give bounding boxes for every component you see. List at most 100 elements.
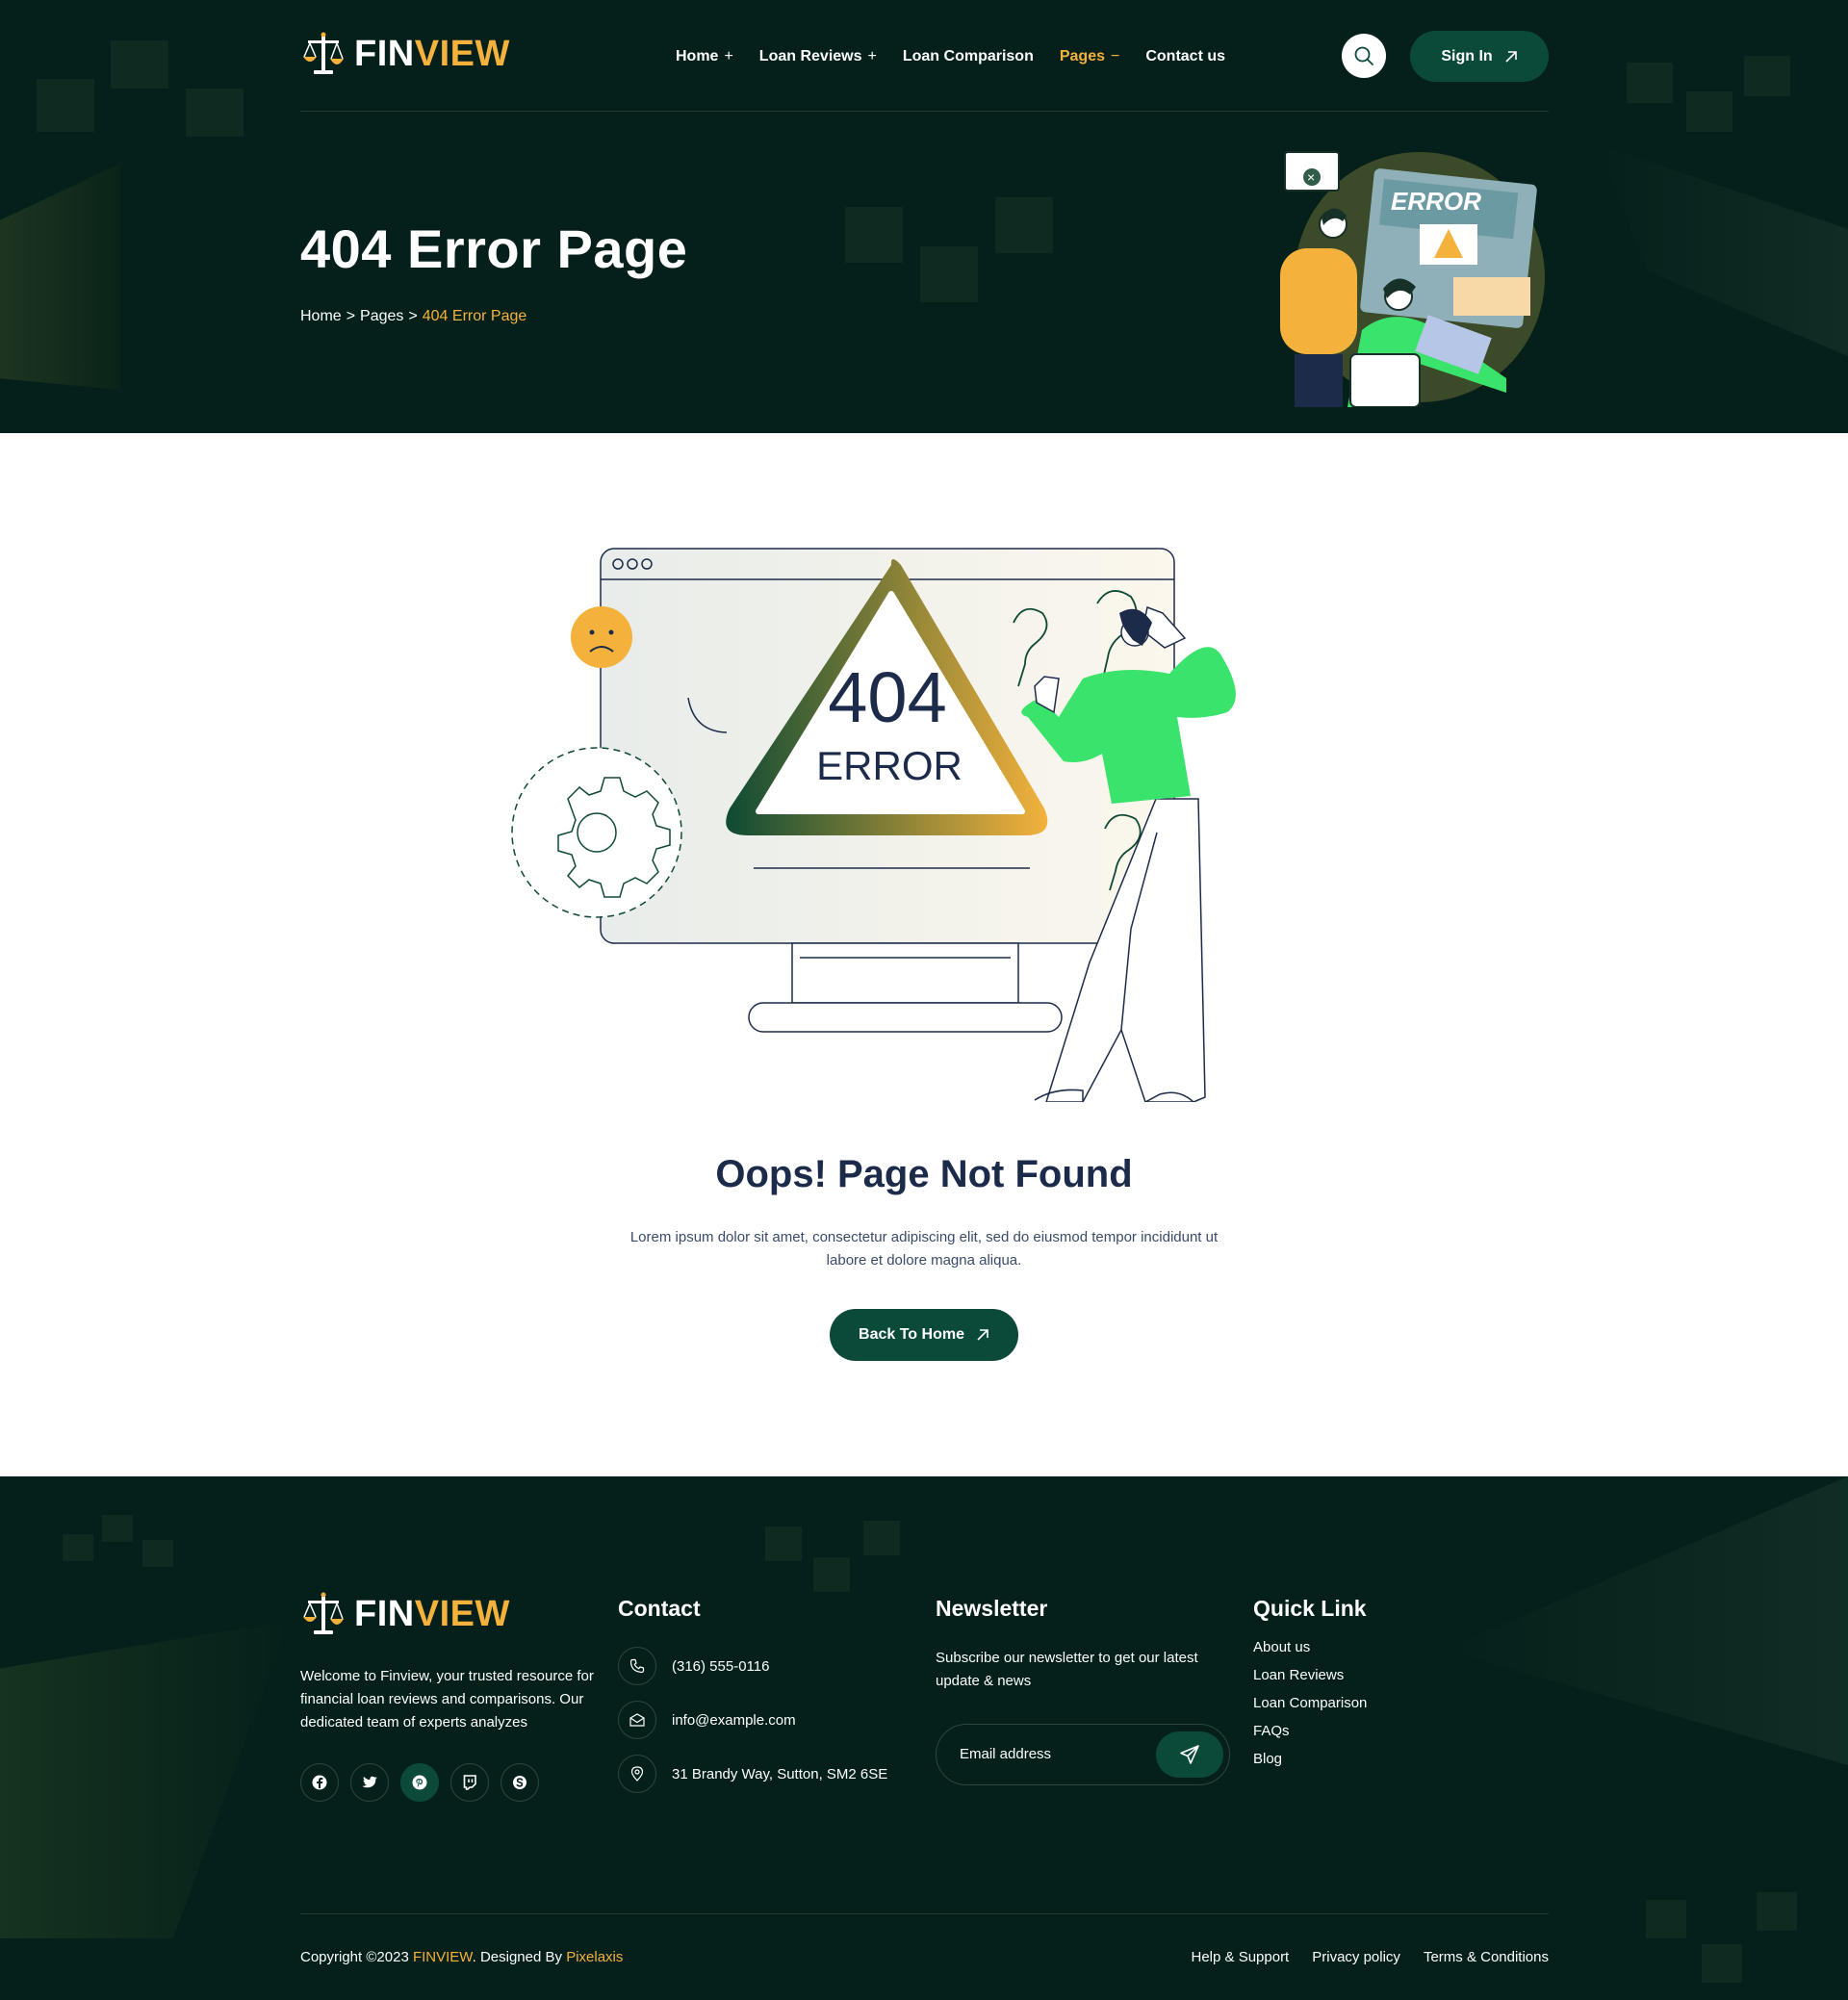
copyright-brand-link[interactable]: FINVIEW bbox=[413, 1949, 473, 1965]
nav-home[interactable]: Home + bbox=[676, 48, 733, 65]
illustration-404-text: 404 bbox=[828, 657, 946, 737]
newsletter-email-input[interactable]: Email address bbox=[960, 1746, 1051, 1762]
legal-links: Help & Support Privacy policy Terms & Co… bbox=[1192, 1949, 1550, 1965]
back-to-home-label: Back To Home bbox=[859, 1326, 964, 1343]
search-icon bbox=[1354, 46, 1373, 65]
404-error-illustration: 404 ERROR bbox=[511, 548, 1236, 1102]
quick-link-faqs[interactable]: FAQs bbox=[1253, 1723, 1542, 1739]
sign-in-button[interactable]: Sign In bbox=[1410, 31, 1549, 82]
facebook-link[interactable] bbox=[300, 1763, 339, 1802]
top-navigation: FINVIEW Home + Loan Reviews + Loan Compari… bbox=[300, 29, 1549, 112]
quick-link-loan-comparison[interactable]: Loan Comparison bbox=[1253, 1695, 1542, 1711]
twitter-link[interactable] bbox=[350, 1763, 389, 1802]
quick-links-heading: Quick Link bbox=[1253, 1596, 1367, 1621]
nav-pages[interactable]: Pages − bbox=[1060, 48, 1119, 65]
twitch-link[interactable] bbox=[450, 1763, 489, 1802]
back-to-home-button[interactable]: Back To Home bbox=[830, 1309, 1018, 1361]
breadcrumb-current: 404 Error Page bbox=[422, 308, 527, 324]
social-links bbox=[300, 1763, 599, 1802]
newsletter-text: Subscribe our newsletter to get our late… bbox=[936, 1650, 1198, 1689]
illustration-error-text: ERROR bbox=[816, 743, 962, 788]
footer-bottom-bar: Copyright ©2023 FINVIEW. Designed By Pix… bbox=[300, 1913, 1549, 1965]
plus-icon: + bbox=[867, 48, 877, 64]
svg-text:×: × bbox=[1307, 169, 1315, 185]
footer-contact: Contact (316) 555-0116 info@example.com … bbox=[618, 1592, 907, 1793]
footer-quick-links: Quick Link About us Loan Reviews Loan Co… bbox=[1253, 1592, 1542, 1767]
pinterest-icon bbox=[412, 1775, 427, 1790]
newsletter-form: Email address bbox=[936, 1724, 1230, 1785]
hero-illustration-error-text: ERROR bbox=[1391, 187, 1481, 216]
decor-square bbox=[995, 197, 1053, 253]
site-footer: FINVIEW Welcome to Finview, your trusted… bbox=[0, 1476, 1848, 2000]
contact-phone-text: (316) 555-0116 bbox=[672, 1657, 770, 1675]
quick-link-blog[interactable]: Blog bbox=[1253, 1751, 1542, 1767]
decor-square bbox=[1627, 63, 1673, 103]
contact-address[interactable]: 31 Brandy Way, Sutton, SM2 6SE bbox=[618, 1755, 907, 1793]
decor-square bbox=[863, 1521, 900, 1555]
gear-icon bbox=[511, 747, 682, 918]
phone-icon bbox=[629, 1658, 645, 1674]
terms-conditions-link[interactable]: Terms & Conditions bbox=[1424, 1949, 1549, 1965]
decor-square bbox=[765, 1526, 802, 1561]
breadcrumb: Home > Pages >404 Error Page bbox=[300, 308, 526, 325]
quick-link-loan-reviews[interactable]: Loan Reviews bbox=[1253, 1667, 1542, 1683]
decor-square bbox=[186, 89, 244, 137]
newsletter-heading: Newsletter bbox=[936, 1596, 1048, 1621]
facebook-icon bbox=[312, 1775, 327, 1790]
footer-newsletter: Newsletter Subscribe our newsletter to g… bbox=[936, 1592, 1234, 1785]
breadcrumb-home[interactable]: Home bbox=[300, 308, 342, 324]
not-found-heading: Oops! Page Not Found bbox=[715, 1153, 1133, 1195]
twitch-icon bbox=[463, 1775, 476, 1790]
decor-square bbox=[63, 1534, 93, 1561]
contact-heading: Contact bbox=[618, 1596, 701, 1621]
hero-section: FINVIEW Home + Loan Reviews + Loan Compari… bbox=[0, 0, 1848, 433]
decor-beam bbox=[0, 1621, 289, 1938]
minus-icon: − bbox=[1111, 48, 1120, 64]
breadcrumb-separator: > bbox=[346, 308, 356, 324]
main-menu: Home + Loan Reviews + Loan Comparison Page… bbox=[676, 48, 1251, 65]
decor-square bbox=[1686, 91, 1732, 132]
nav-contact-us[interactable]: Contact us bbox=[1145, 48, 1225, 65]
page-title: 404 Error Page bbox=[300, 218, 688, 279]
designer-link[interactable]: Pixelaxis bbox=[566, 1949, 623, 1965]
decor-square bbox=[1702, 1944, 1742, 1983]
twitter-icon bbox=[362, 1776, 377, 1788]
pinterest-link[interactable] bbox=[400, 1763, 439, 1802]
sad-face-icon bbox=[571, 606, 632, 668]
skype-link[interactable] bbox=[500, 1763, 539, 1802]
footer-logo[interactable]: FINVIEW bbox=[300, 1592, 599, 1636]
quick-link-about[interactable]: About us bbox=[1253, 1639, 1542, 1655]
brand-wordmark: FINVIEW bbox=[354, 1593, 510, 1634]
not-found-description: Lorem ipsum dolor sit amet, consectetur … bbox=[629, 1229, 1219, 1269]
mail-icon bbox=[629, 1713, 645, 1727]
mail-icon-wrap bbox=[618, 1701, 656, 1739]
footer-about: FINVIEW Welcome to Finview, your trusted… bbox=[300, 1592, 599, 1802]
contact-address-text: 31 Brandy Way, Sutton, SM2 6SE bbox=[672, 1765, 888, 1782]
sign-in-label: Sign In bbox=[1441, 47, 1493, 64]
decor-square bbox=[813, 1557, 850, 1592]
privacy-policy-link[interactable]: Privacy policy bbox=[1312, 1949, 1400, 1965]
decor-beam bbox=[1598, 144, 1848, 356]
contact-phone[interactable]: (316) 555-0116 bbox=[618, 1647, 907, 1685]
contact-email-text: info@example.com bbox=[672, 1711, 796, 1729]
footer-about-text: Welcome to Finview, your trusted resourc… bbox=[300, 1668, 594, 1731]
help-support-link[interactable]: Help & Support bbox=[1192, 1949, 1290, 1965]
decor-square bbox=[845, 207, 903, 263]
nav-loan-reviews[interactable]: Loan Reviews + bbox=[759, 48, 877, 65]
breadcrumb-pages[interactable]: Pages bbox=[360, 308, 403, 324]
error-team-illustration: ERROR × bbox=[1280, 151, 1545, 407]
decor-square bbox=[111, 40, 168, 89]
contact-email[interactable]: info@example.com bbox=[618, 1701, 907, 1739]
plus-icon: + bbox=[724, 48, 733, 64]
site-logo[interactable]: FINVIEW bbox=[300, 32, 510, 76]
quick-links-list: About us Loan Reviews Loan Comparison FA… bbox=[1253, 1639, 1542, 1767]
send-icon bbox=[1180, 1745, 1199, 1764]
brand-wordmark: FINVIEW bbox=[354, 33, 510, 74]
newsletter-submit-button[interactable] bbox=[1156, 1731, 1223, 1778]
phone-icon-wrap bbox=[618, 1647, 656, 1685]
decor-square bbox=[920, 246, 978, 302]
nav-loan-comparison[interactable]: Loan Comparison bbox=[903, 48, 1034, 65]
search-button[interactable] bbox=[1342, 34, 1386, 78]
decor-square bbox=[1757, 1892, 1797, 1931]
decor-square bbox=[102, 1515, 133, 1542]
